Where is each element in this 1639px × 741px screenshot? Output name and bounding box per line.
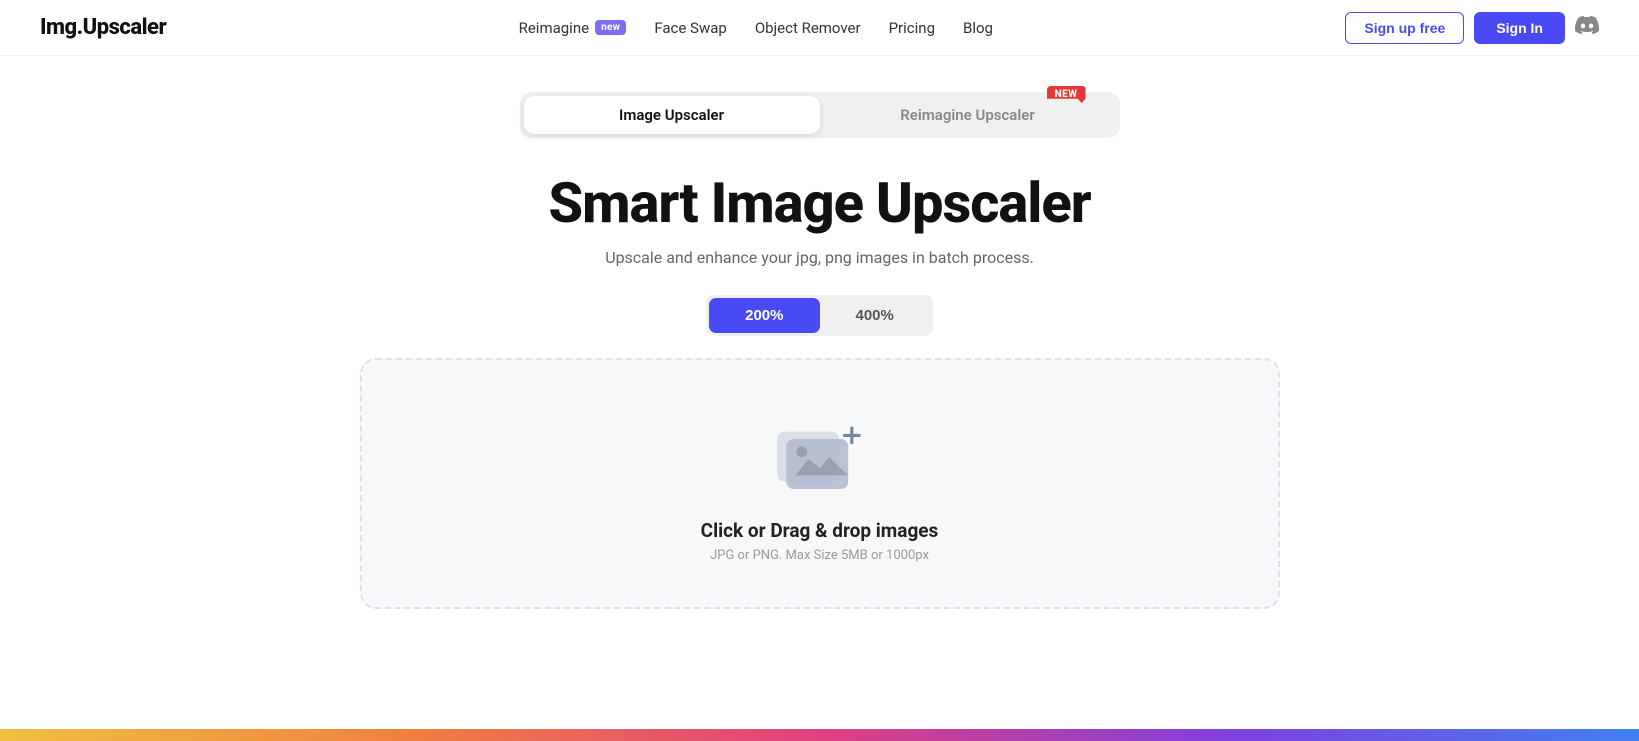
nav-link-label: Pricing [889,19,935,37]
tab-image-upscaler[interactable]: Image Upscaler [524,96,820,134]
new-tab-badge: NEW [1047,86,1086,103]
main-content: Image Upscaler Reimagine Upscaler NEW Sm… [0,56,1639,609]
nav-item-blog[interactable]: Blog [963,19,993,37]
signin-button[interactable]: Sign In [1474,12,1565,44]
nav-item-reimagine[interactable]: Reimagine new [519,19,627,37]
nav-link-label: Face Swap [654,19,727,37]
tab-label: Reimagine Upscaler [900,106,1034,124]
nav-item-pricing[interactable]: Pricing [889,19,935,37]
scale-400-button[interactable]: 400% [820,298,930,333]
upload-dropzone[interactable]: Click or Drag & drop images JPG or PNG. … [360,358,1280,609]
discord-icon[interactable] [1575,13,1599,42]
new-badge: new [595,20,626,35]
hero-title: Smart Image Upscaler [548,170,1090,236]
signup-button[interactable]: Sign up free [1345,12,1464,44]
tab-reimagine-upscaler[interactable]: Reimagine Upscaler NEW [820,96,1116,134]
tab-label: Image Upscaler [619,106,724,124]
nav-links: Reimagine new Face Swap Object Remover P… [519,19,993,37]
tab-switcher: Image Upscaler Reimagine Upscaler NEW [520,92,1120,138]
hero-subtitle: Upscale and enhance your jpg, png images… [605,248,1034,267]
nav-item-faceswap[interactable]: Face Swap [654,19,727,37]
upload-images-icon [770,412,870,497]
nav-item-objectremover[interactable]: Object Remover [755,19,861,37]
dropzone-title: Click or Drag & drop images [701,519,939,542]
nav-actions: Sign up free Sign In [1345,12,1599,44]
nav-link-label: Blog [963,19,993,37]
nav-link-label: Object Remover [755,19,861,37]
scale-options: 200% 400% [706,295,933,336]
dropzone-subtitle: JPG or PNG. Max Size 5MB or 1000px [710,548,929,563]
navbar: Img.Upscaler Reimagine new Face Swap Obj… [0,0,1639,56]
scale-200-button[interactable]: 200% [709,298,819,333]
logo[interactable]: Img.Upscaler [40,15,166,40]
upload-icon-container [770,412,870,501]
bottom-color-bar [0,729,1639,741]
nav-link-label: Reimagine [519,19,589,37]
